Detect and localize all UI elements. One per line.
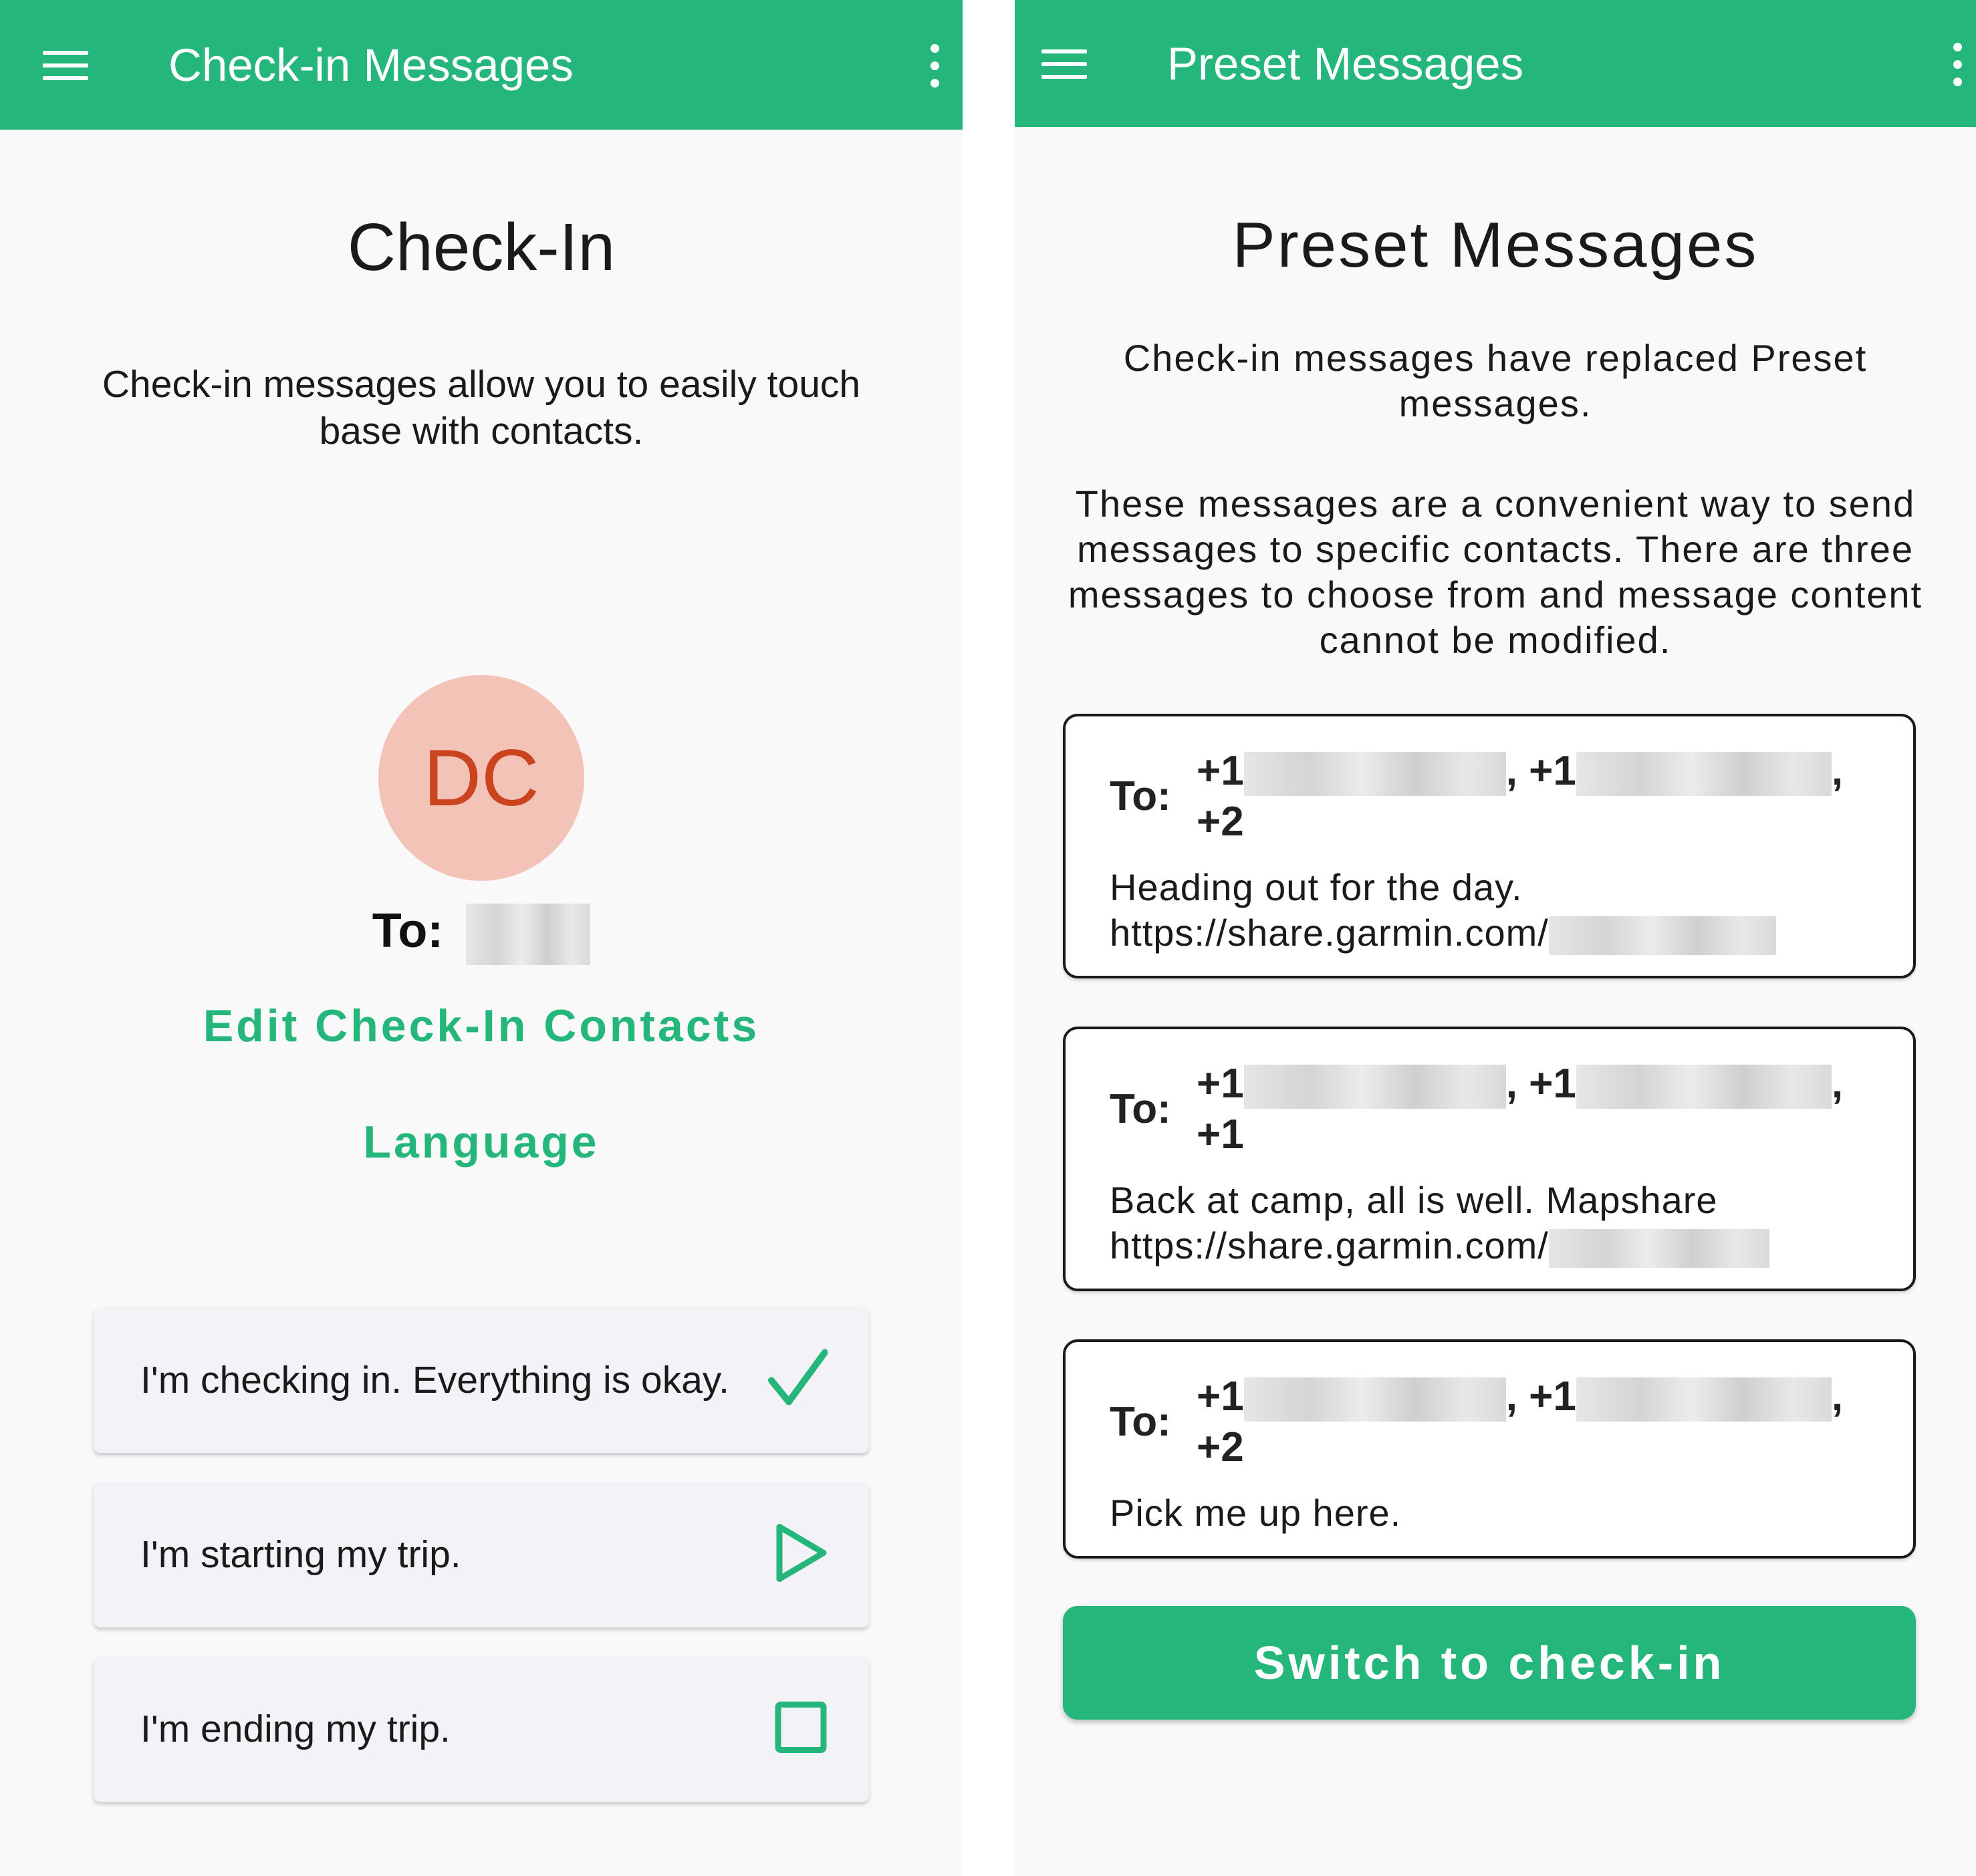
check-in-message-start-trip[interactable]: I'm starting my trip. (94, 1482, 869, 1627)
more-recipients: +1 (1197, 1111, 1244, 1158)
check-in-message-end-trip[interactable]: I'm ending my trip. (94, 1656, 869, 1802)
hamburger-menu-icon[interactable] (43, 51, 88, 80)
to-label: To: (1110, 773, 1171, 819)
replaced-notice: Check-in messages have replaced Preset m… (1123, 337, 1868, 424)
redacted-number (1576, 751, 1832, 796)
page-title: Preset Messages (1232, 209, 1759, 281)
redacted-link (1548, 916, 1776, 956)
recipient-prefix: +1 (1529, 1061, 1576, 1107)
preset-body-line: Back at camp, all is well. Mapshare (1110, 1179, 1718, 1221)
recipient-prefix: +1 (1529, 1373, 1576, 1420)
preset-body-line: Heading out for the day. (1110, 866, 1523, 908)
recipients-line: +1, +1, (1197, 1059, 1843, 1109)
preset-message-card[interactable]: To: +1, +1, +1 Back at camp, all is well… (1063, 1027, 1916, 1291)
avatar: DC (378, 675, 584, 881)
preset-messages-screen: Preset Messages Preset Messages Check-in… (1015, 0, 1976, 1876)
preset-body-line: Pick me up here. (1110, 1492, 1402, 1534)
recipient-prefix: +1 (1197, 1061, 1244, 1107)
redacted-number (1243, 1377, 1506, 1422)
to-label: To: (1110, 1399, 1171, 1445)
app-bar: Preset Messages (1015, 0, 1976, 127)
recipients-line: +1, +1, (1197, 1371, 1843, 1422)
preset-link-line: https://share.garmin.com/ (1110, 910, 1776, 956)
to-label: To: (372, 904, 444, 958)
redacted-number (1243, 1064, 1506, 1109)
preset-link-line: https://share.garmin.com/ (1110, 1223, 1769, 1268)
check-in-message-okay[interactable]: I'm checking in. Everything is okay. (94, 1307, 869, 1453)
redacted-number (1576, 1377, 1832, 1422)
redacted-number (1243, 751, 1506, 796)
redacted-link (1548, 1229, 1769, 1268)
recipient-row: To: (0, 901, 963, 965)
play-icon (774, 1523, 828, 1587)
message-text: I'm starting my trip. (140, 1533, 461, 1576)
recipients-line: +1, +1, (1197, 746, 1843, 797)
share-link: https://share.garmin.com/ (1110, 1224, 1549, 1266)
app-bar: Check-in Messages (0, 0, 963, 130)
to-label: To: (1110, 1086, 1171, 1132)
check-in-screen: Check-in Messages Check-In Check-in mess… (0, 0, 963, 1876)
preset-message-card[interactable]: To: +1, +1, +2 Pick me up here. (1063, 1339, 1916, 1559)
preset-message-card[interactable]: To: +1, +1, +2 Heading out for the day. … (1063, 714, 1916, 978)
avatar-initials: DC (423, 733, 539, 823)
recipient-prefix: +1 (1197, 1373, 1244, 1420)
edit-check-in-contacts-link[interactable]: Edit Check-In Contacts (0, 996, 963, 1056)
hamburger-menu-icon[interactable] (1041, 49, 1087, 79)
recipient-prefix: +1 (1197, 748, 1244, 794)
checkmark-icon (767, 1349, 828, 1412)
stop-icon (774, 1701, 828, 1758)
more-recipients: +2 (1197, 1424, 1244, 1470)
page-description: Check-in messages allow you to easily to… (102, 363, 861, 452)
app-bar-title: Check-in Messages (168, 39, 574, 91)
share-link: https://share.garmin.com/ (1110, 912, 1549, 954)
language-link[interactable]: Language (0, 1112, 963, 1172)
message-text: I'm ending my trip. (140, 1708, 451, 1750)
recipient-prefix: +1 (1529, 748, 1576, 794)
more-recipients: +2 (1197, 799, 1244, 845)
more-vert-icon[interactable] (1948, 39, 1968, 90)
page-description: These messages are a convenient way to s… (1068, 483, 1923, 661)
app-bar-title: Preset Messages (1167, 38, 1524, 90)
switch-to-check-in-button[interactable]: Switch to check-in (1063, 1606, 1916, 1720)
page-title: Check-In (347, 210, 616, 285)
redacted-number (1576, 1064, 1832, 1109)
message-text: I'm checking in. Everything is okay. (140, 1359, 730, 1401)
redacted-recipient (466, 903, 591, 965)
more-vert-icon[interactable] (925, 40, 945, 91)
